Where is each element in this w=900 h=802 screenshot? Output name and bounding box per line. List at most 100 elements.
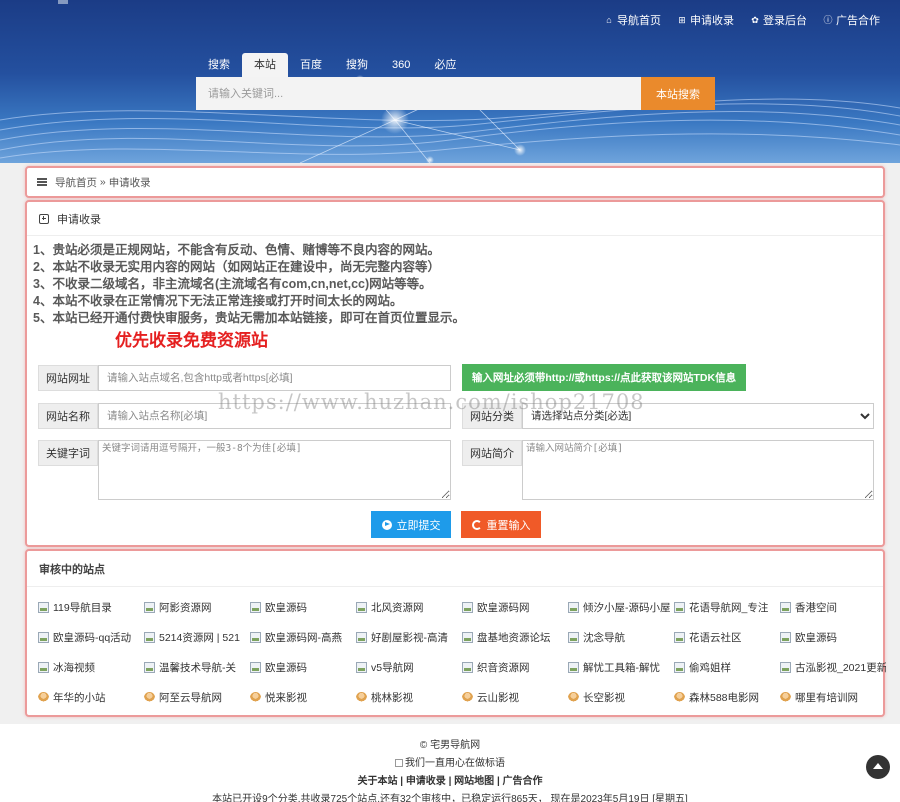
reset-label: 重置输入 <box>486 519 531 532</box>
pending-site-link[interactable]: 悦来影视 <box>250 688 356 706</box>
home-icon: ⌂ <box>606 15 612 25</box>
pending-site-link[interactable]: 欧皇源码 <box>250 598 356 616</box>
tab-360[interactable]: 360 <box>380 53 422 77</box>
pending-site-link[interactable]: 欧皇源码 <box>250 658 356 676</box>
nav-home-link[interactable]: ⌂ 导航首页 <box>604 12 661 28</box>
keywords-label: 关键字词 <box>38 440 98 466</box>
footer-link-about[interactable]: 关于本站 <box>357 776 397 787</box>
pending-site-link[interactable]: 欧皇源码网 <box>462 598 568 616</box>
pending-site-name: 森林588电影网 <box>689 691 760 704</box>
avatar-icon <box>674 691 685 703</box>
back-to-top-button[interactable] <box>866 755 890 779</box>
pending-site-name: 哪里有培训网 <box>795 691 858 704</box>
tab-site[interactable]: 本站 <box>242 53 288 77</box>
panel-header: 申请收录 <box>27 202 883 236</box>
site-name-input[interactable] <box>98 403 451 429</box>
pending-site-link[interactable]: 哪里有培训网 <box>780 688 886 706</box>
pending-site-link[interactable]: 长空影视 <box>568 688 674 706</box>
pending-site-link[interactable]: 北风资源网 <box>356 598 462 616</box>
pending-site-link[interactable]: 偷鸡姐样 <box>674 658 780 676</box>
pending-site-name: 盘基地资源论坛 <box>477 631 551 644</box>
image-icon <box>250 631 261 643</box>
breadcrumb-home-link[interactable]: 导航首页 <box>55 175 97 190</box>
pending-site-name: 5214资源网 | 521 <box>159 631 240 644</box>
description-textarea[interactable] <box>522 440 874 500</box>
nav-submit-link[interactable]: ⊞ 申请收录 <box>677 12 734 28</box>
pending-site-link[interactable]: 盘基地资源论坛 <box>462 628 568 646</box>
pending-site-name: 好剧屋影视-高清 <box>371 631 448 644</box>
footer-link-sitemap[interactable]: 网站地图 <box>454 776 494 787</box>
tab-bing[interactable]: 必应 <box>422 53 468 77</box>
pending-site-link[interactable]: 年华的小站 <box>38 688 144 706</box>
rule-item: 3、不收录二级域名，非主流域名(主流域名有com,cn,net,cc)网站等等。 <box>33 277 432 291</box>
pending-site-name: 桃林影视 <box>371 691 413 704</box>
image-icon <box>144 601 155 613</box>
pending-site-link[interactable]: 古泓影视_2021更新 <box>780 658 886 676</box>
name-label: 网站名称 <box>38 403 98 429</box>
footer-link-ads[interactable]: 广告合作 <box>503 776 543 787</box>
info-icon: ⓘ <box>823 15 833 25</box>
pending-site-name: 119导航目录 <box>53 601 112 614</box>
pending-site-link[interactable]: 花语导航网_专注 <box>674 598 780 616</box>
pending-site-link[interactable]: 花语云社区 <box>674 628 780 646</box>
pending-site-link[interactable]: 香港空间 <box>780 598 886 616</box>
pending-site-name: 云山影视 <box>477 691 519 704</box>
pending-site-link[interactable]: 解忧工具箱-解忧 <box>568 658 674 676</box>
pending-site-link[interactable]: 森林588电影网 <box>674 688 780 706</box>
pending-site-link[interactable]: 云山影视 <box>462 688 568 706</box>
plus-square-icon <box>39 213 49 224</box>
submit-button[interactable]: 立即提交 <box>371 511 451 538</box>
fetch-tdk-button[interactable]: 输入网址必须带http://或https://点此获取该网站TDK信息 <box>462 364 746 391</box>
pending-site-link[interactable]: 桃林影视 <box>356 688 462 706</box>
image-icon <box>568 631 579 643</box>
pending-site-name: 花语云社区 <box>689 631 742 644</box>
slogan-alt-text: 我们一直用心在做标语 <box>405 758 505 769</box>
pending-site-link[interactable]: 沈念导航 <box>568 628 674 646</box>
pending-site-link[interactable]: 阿至云导航网 <box>144 688 250 706</box>
pending-site-link[interactable]: 欧皇源码-qq活动 <box>38 628 144 646</box>
pending-site-link[interactable]: 倾汐小屋-源码小屋 <box>568 598 674 616</box>
category-select[interactable]: 请选择站点分类[必选] <box>522 403 874 429</box>
reset-button[interactable]: 重置输入 <box>461 511 541 538</box>
footer-links: 关于本站 | 申请收录 | 网站地图 | 广告合作 <box>0 772 900 787</box>
header-banner: ⌂ 导航首页 ⊞ 申请收录 ✿ 登录后台 ⓘ 广告合作 搜索 本站 百度 搜狗 360 … <box>0 0 900 163</box>
pending-site-link[interactable]: 好剧屋影视-高清 <box>356 628 462 646</box>
breadcrumb-current: 申请收录 <box>108 176 151 189</box>
tab-search[interactable]: 搜索 <box>196 53 242 77</box>
nav-ads-link[interactable]: ⓘ 广告合作 <box>823 12 880 28</box>
pending-site-name: 悦来影视 <box>265 691 307 704</box>
search-input[interactable] <box>196 77 641 110</box>
image-icon <box>674 631 685 643</box>
site-logo[interactable] <box>58 0 68 4</box>
pending-site-link[interactable]: 119导航目录 <box>38 598 144 616</box>
pending-site-link[interactable]: 冰海视频 <box>38 658 144 676</box>
top-navigation: ⌂ 导航首页 ⊞ 申请收录 ✿ 登录后台 ⓘ 广告合作 <box>604 12 880 28</box>
tab-baidu[interactable]: 百度 <box>288 53 334 77</box>
image-icon <box>38 661 49 673</box>
avatar-icon <box>462 691 473 703</box>
pending-site-link[interactable]: 欧皇源码 <box>780 628 886 646</box>
tab-sogou[interactable]: 搜狗 <box>334 53 380 77</box>
menu-icon <box>37 178 47 186</box>
pending-site-link[interactable]: v5导航网 <box>356 658 462 676</box>
pending-site-link[interactable]: 欧皇源码网-高燕 <box>250 628 356 646</box>
image-icon <box>356 631 367 643</box>
keywords-textarea[interactable] <box>98 440 451 500</box>
pending-site-link[interactable]: 织音资源网 <box>462 658 568 676</box>
site-search-button[interactable]: 本站搜索 <box>641 77 715 110</box>
pending-site-name: 解忧工具箱-解忧 <box>583 661 660 674</box>
footer-link-submit[interactable]: 申请收录 <box>406 776 446 787</box>
avatar-icon <box>356 691 367 703</box>
pending-site-link[interactable]: 阿影资源网 <box>144 598 250 616</box>
url-input[interactable] <box>98 365 451 391</box>
pending-site-link[interactable]: 温馨技术导航-关 <box>144 658 250 676</box>
send-icon <box>381 519 392 530</box>
breadcrumb: 导航首页 » 申请收录 <box>25 166 885 198</box>
pending-site-link[interactable]: 5214资源网 | 521 <box>144 628 250 646</box>
pending-site-name: 欧皇源码-qq活动 <box>53 631 132 644</box>
image-icon <box>780 661 791 673</box>
avatar-icon <box>568 691 579 703</box>
image-icon <box>144 661 155 673</box>
pending-site-name: 欧皇源码 <box>265 661 307 674</box>
nav-login-link[interactable]: ✿ 登录后台 <box>750 12 807 28</box>
